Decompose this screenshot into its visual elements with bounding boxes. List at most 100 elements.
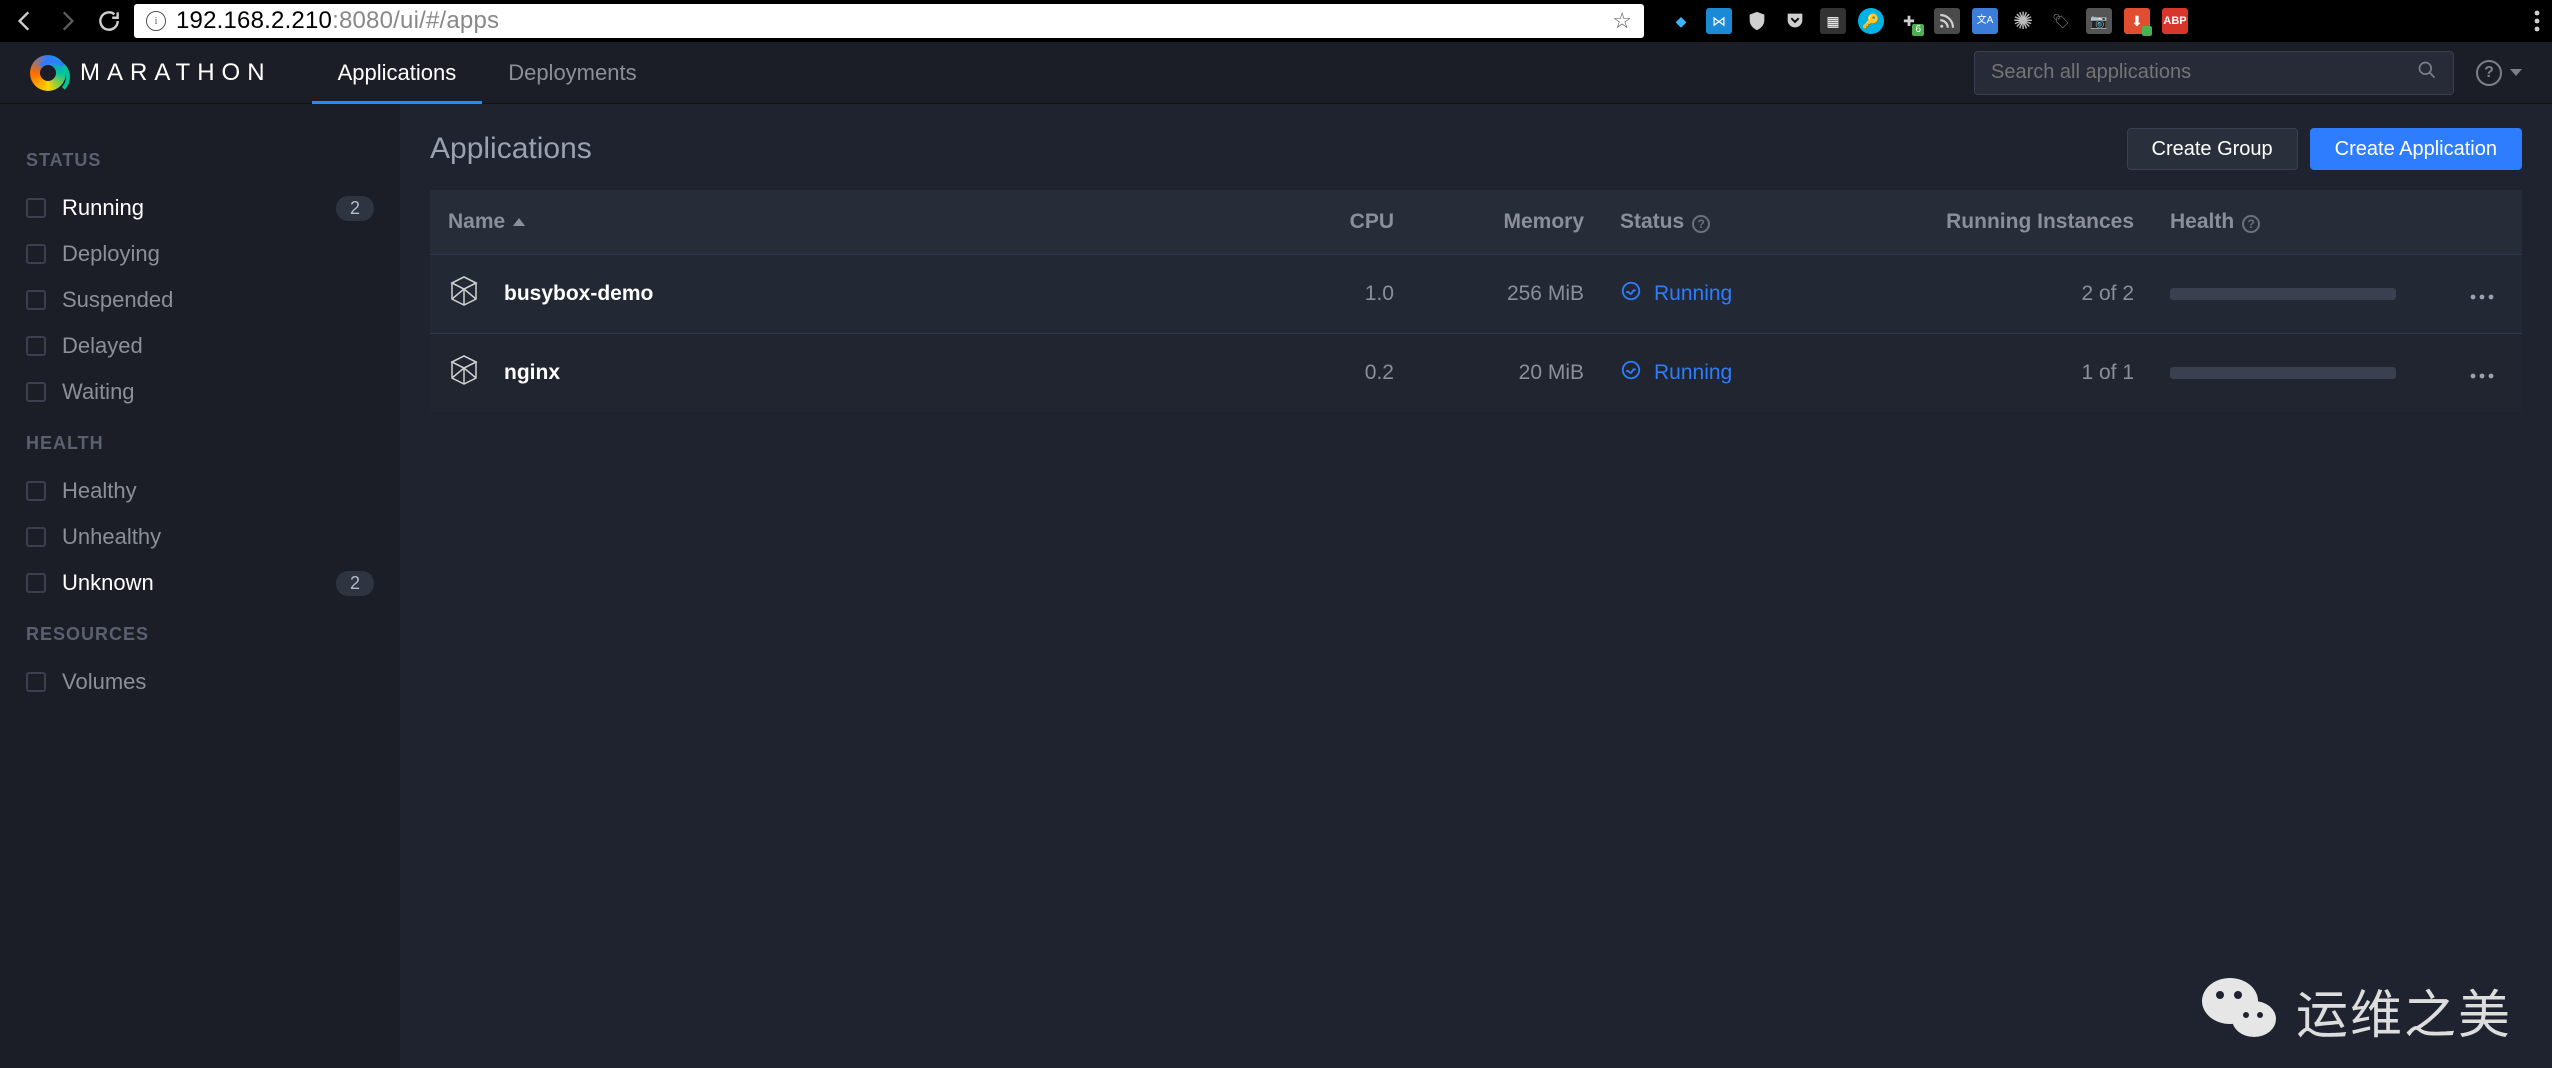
brand-name: MARATHON [80,59,272,87]
head-buttons: Create Group Create Application [2127,128,2523,170]
health-bar [2170,288,2396,300]
table-row[interactable]: busybox-demo 1.0 256 MiB Running 2 of 2 [430,255,2522,334]
checkbox-icon[interactable] [26,672,46,692]
sidebar-item-deploying[interactable]: Deploying [26,231,374,277]
sidebar-item-delayed[interactable]: Delayed [26,323,374,369]
page-title: Applications [430,132,592,166]
url-bar[interactable]: i 192.168.2.210:8080/ui/#/apps ☆ [134,4,1644,38]
gear-ext-icon[interactable]: ✺ [2010,8,2036,34]
sidebar-item-label: Volumes [62,669,146,695]
checkbox-icon[interactable] [26,336,46,356]
apps-table: Name CPU Memory Status? Running Instance… [430,190,2522,412]
content: Applications Create Group Create Applica… [400,104,2552,1068]
col-instances[interactable]: Running Instances [1852,190,2152,255]
help-icon: ? [2476,60,2502,86]
app-icon [448,275,480,313]
brand[interactable]: MARATHON [30,55,272,91]
running-icon [1620,359,1642,387]
sidebar-item-suspended[interactable]: Suspended [26,277,374,323]
checkbox-icon[interactable] [26,481,46,501]
abp-ext-icon[interactable]: ABP [2162,8,2188,34]
extension-bar: ◆ ⋈ ▦ 🔑 ✚6 文A ✺ 🏷 📷 ⬇ ABP [1668,8,2188,34]
help-icon[interactable]: ? [2242,215,2260,233]
col-status[interactable]: Status? [1602,190,1852,255]
table-row[interactable]: nginx 0.2 20 MiB Running 1 of 1 [430,334,2522,413]
help-menu[interactable]: ? [2476,60,2522,86]
create-application-button[interactable]: Create Application [2310,128,2522,170]
col-name-label: Name [448,210,505,233]
browser-bar: i 192.168.2.210:8080/ui/#/apps ☆ ◆ ⋈ ▦ 🔑… [0,0,2552,42]
checkbox-icon[interactable] [26,382,46,402]
url-text: 192.168.2.210:8080/ui/#/apps [176,7,499,35]
checkbox-icon[interactable] [26,290,46,310]
reload-icon[interactable] [96,8,122,34]
grid-ext-icon[interactable]: ▦ [1820,8,1846,34]
key-ext-icon[interactable]: 🔑 [1858,8,1884,34]
checkbox-icon[interactable] [26,244,46,264]
app-name: nginx [504,361,560,385]
col-status-label: Status [1620,210,1684,233]
sort-asc-icon [513,218,525,226]
browser-nav-arrows [12,8,122,34]
sidebar-item-waiting[interactable]: Waiting [26,369,374,415]
sidebar-item-label: Suspended [62,287,173,313]
forward-icon[interactable] [54,8,80,34]
resources-title: RESOURCES [26,624,374,645]
search-input[interactable] [1991,61,2417,84]
col-name[interactable]: Name [430,190,1262,255]
blue-ext-icon[interactable]: ⋈ [1706,8,1732,34]
sidebar-item-unknown[interactable]: Unknown 2 [26,560,374,606]
cell-instances: 2 of 2 [1852,255,2152,334]
puzzle-ext-icon[interactable]: ✚6 [1896,8,1922,34]
download-ext-icon[interactable]: ⬇ [2124,8,2150,34]
help-icon[interactable]: ? [1692,215,1710,233]
status-cell: Running [1620,359,1834,387]
col-memory[interactable]: Memory [1412,190,1602,255]
shield-ext-icon[interactable] [1744,8,1770,34]
browser-menu-icon[interactable] [2534,10,2540,32]
cell-cpu: 0.2 [1262,334,1412,413]
watermark: 运维之美 [2200,973,2512,1048]
health-title: HEALTH [26,433,374,454]
back-icon[interactable] [12,8,38,34]
rss-ext-icon[interactable] [1934,8,1960,34]
cell-cpu: 1.0 [1262,255,1412,334]
row-menu-icon[interactable] [2470,361,2494,384]
checkbox-icon[interactable] [26,527,46,547]
checkbox-icon[interactable] [26,198,46,218]
tab-deployments[interactable]: Deployments [482,42,662,103]
running-icon [1620,280,1642,308]
bookmark-star-icon[interactable]: ☆ [1612,8,1632,34]
col-health-label: Health [2170,210,2234,233]
chevron-down-icon [2510,69,2522,76]
row-menu-icon[interactable] [2470,282,2494,305]
tag-ext-icon[interactable]: 🏷 [2048,8,2074,34]
diamond-ext-icon[interactable]: ◆ [1668,8,1694,34]
layout: STATUS Running 2 Deploying Suspended Del… [0,104,2552,1068]
sidebar-item-unhealthy[interactable]: Unhealthy [26,514,374,560]
sidebar-item-label: Deploying [62,241,160,267]
create-group-button[interactable]: Create Group [2127,128,2298,170]
sidebar-item-label: Unhealthy [62,524,161,550]
search-icon[interactable] [2417,60,2437,86]
site-info-icon[interactable]: i [146,11,166,31]
pocket-ext-icon[interactable] [1782,8,1808,34]
checkbox-icon[interactable] [26,573,46,593]
sidebar-item-running[interactable]: Running 2 [26,185,374,231]
status-text: Running [1654,282,1732,306]
cell-instances: 1 of 1 [1852,334,2152,413]
sidebar-item-volumes[interactable]: Volumes [26,659,374,705]
search-box[interactable] [1974,51,2454,95]
tab-applications[interactable]: Applications [312,42,483,103]
wechat-icon [2200,973,2280,1048]
cell-memory: 20 MiB [1412,334,1602,413]
sidebar-item-healthy[interactable]: Healthy [26,468,374,514]
col-cpu[interactable]: CPU [1262,190,1412,255]
camera-ext-icon[interactable]: 📷 [2086,8,2112,34]
translate-ext-icon[interactable]: 文A [1972,8,1998,34]
col-health[interactable]: Health? [2152,190,2452,255]
status-title: STATUS [26,150,374,171]
sidebar-item-label: Waiting [62,379,135,405]
sidebar-count: 2 [336,196,374,221]
status-cell: Running [1620,280,1834,308]
